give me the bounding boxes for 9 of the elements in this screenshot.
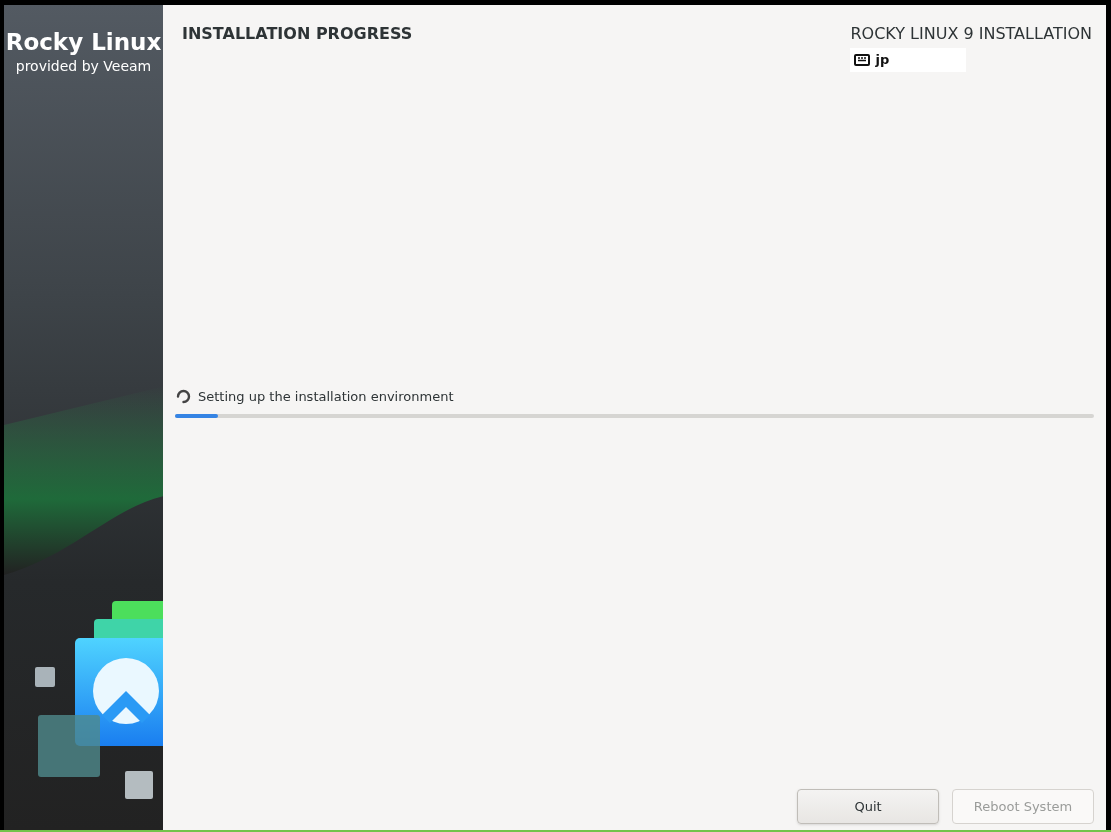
spinner-icon: [175, 388, 192, 406]
progress-message: Setting up the installation environment: [198, 388, 454, 406]
action-button[interactable]: Quit: [797, 789, 939, 824]
brand-name: Rocky Linux: [5, 28, 162, 57]
keyboard-layout-indicator[interactable]: jp: [850, 48, 967, 72]
page-title: INSTALLATION PROGRESS: [181, 23, 413, 45]
brand-tagline: provided by Veeam: [15, 57, 152, 75]
product-title: ROCKY LINUX 9 INSTALLATION: [850, 23, 1092, 45]
keyboard-icon: [854, 54, 871, 66]
